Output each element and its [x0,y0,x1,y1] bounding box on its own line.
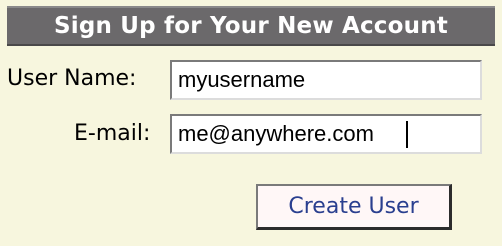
text-caret [406,121,408,148]
email-field[interactable] [170,114,482,154]
email-label: E-mail: [74,121,151,146]
username-field[interactable] [170,60,482,100]
create-user-button[interactable]: Create User [256,184,452,230]
form-title: Sign Up for Your New Account [7,6,495,46]
signup-form-panel: Sign Up for Your New Account User Name: … [0,0,502,246]
username-label: User Name: [7,66,137,91]
